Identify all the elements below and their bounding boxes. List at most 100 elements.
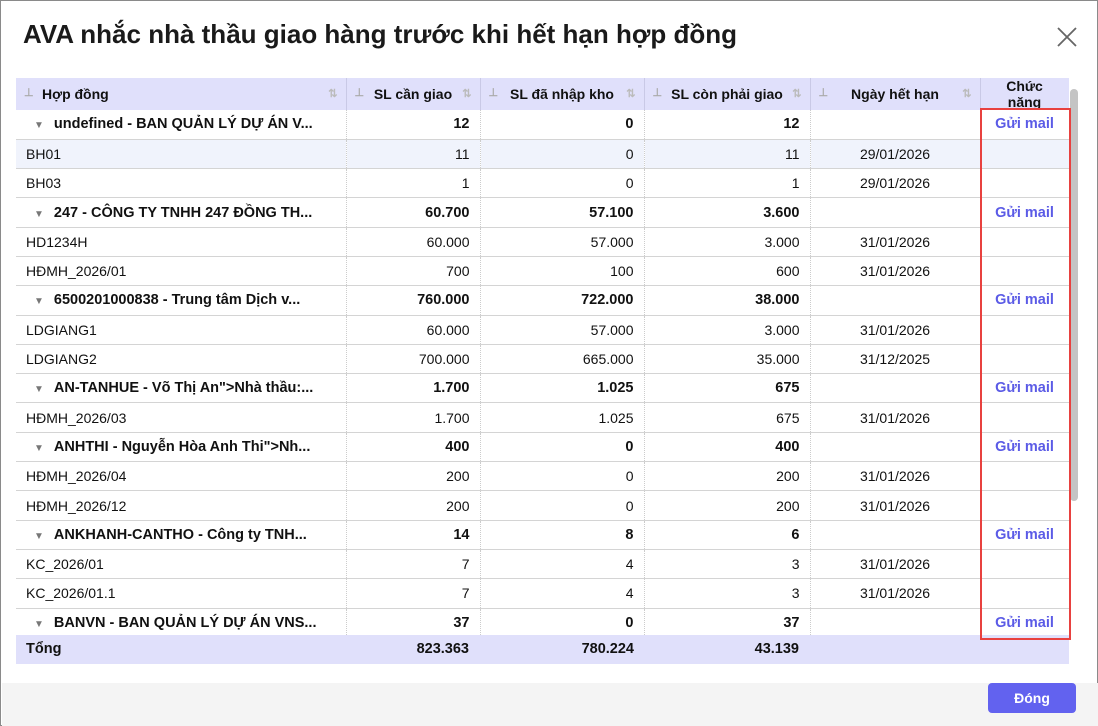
need-cell: 14 [346,520,481,550]
actions-cell [980,461,1069,492]
received-cell: 0 [480,608,645,638]
contract-cell[interactable]: ▼ ANKHANH-CANTHO - Công ty TNH... [16,520,347,550]
column-header-received[interactable]: ⊥ SL đã nhập kho ⇅ [480,78,645,110]
remaining-cell: 35.000 [644,344,811,375]
received-cell: 0 [480,110,645,140]
close-button[interactable]: Đóng [988,683,1076,713]
send-mail-link[interactable]: Gửi mail [995,116,1054,132]
actions-cell [980,549,1069,580]
table-row[interactable]: HĐMH_2026/04 200 0 200 31/01/2026 [16,461,1069,492]
vertical-scrollbar[interactable] [1070,89,1078,501]
table-row[interactable]: KC_2026/01 7 4 3 31/01/2026 [16,549,1069,580]
table-row[interactable]: HĐMH_2026/03 1.700 1.025 675 31/01/2026 [16,402,1069,433]
column-header-contract[interactable]: ⊥ Hợp đồng ⇅ [16,78,347,110]
expiry-cell [810,110,981,140]
group-row[interactable]: ▼ 6500201000838 - Trung tâm Dịch v... 760.… [16,285,1069,316]
pin-icon[interactable]: ⊥ [24,86,34,99]
group-row[interactable]: ▼ 247 - CÔNG TY TNHH 247 ĐỒNG TH... 60.700… [16,197,1069,228]
expiry-cell [810,197,981,228]
table-row[interactable]: BH03 1 0 1 29/01/2026 [16,168,1069,199]
remaining-cell: 6 [644,520,811,550]
expiry-cell: 31/01/2026 [810,578,981,609]
column-label: Hợp đồng [42,86,109,102]
group-row[interactable]: ▼ ANKHANH-CANTHO - Công ty TNH... 14 8 6 Gửi … [16,520,1069,550]
table-row[interactable]: HĐMH_2026/01 700 100 600 31/01/2026 [16,256,1069,287]
total-received: 780.224 [581,641,634,657]
received-cell: 0 [480,432,645,463]
sort-icon[interactable]: ⇅ [792,87,801,100]
column-header-remaining[interactable]: ⊥ SL còn phải giao ⇅ [644,78,811,110]
contract-cell: HĐMH_2026/01 [16,256,347,287]
expiry-cell: 31/01/2026 [810,490,981,521]
collapse-caret-icon[interactable]: ▼ [34,443,44,454]
table-row[interactable]: KC_2026/01.1 7 4 3 31/01/2026 [16,578,1069,609]
pin-icon[interactable]: ⊥ [355,86,365,99]
received-cell: 8 [480,520,645,550]
table-row[interactable]: LDGIANG1 60.000 57.000 3.000 31/01/2026 [16,315,1069,345]
actions-cell: Gửi mail [980,608,1069,638]
actions-cell: Gửi mail [980,197,1069,228]
contract-cell[interactable]: ▼ 6500201000838 - Trung tâm Dịch v... [16,285,347,316]
received-cell: 665.000 [480,344,645,375]
actions-cell [980,256,1069,287]
collapse-caret-icon[interactable]: ▼ [34,619,44,630]
contract-cell[interactable]: ▼ BANVN - BAN QUẢN LÝ DỰ ÁN VNS... [16,608,347,638]
group-row[interactable]: ▼ BANVN - BAN QUẢN LÝ DỰ ÁN VNS... 37 0 37 Gử… [16,608,1069,638]
column-header-expiry[interactable]: ⊥ Ngày hết hạn ⇅ [810,78,981,110]
expiry-cell: 31/01/2026 [810,549,981,580]
collapse-caret-icon[interactable]: ▼ [34,209,44,220]
column-header-need[interactable]: ⊥ SL cần giao ⇅ [346,78,481,110]
send-mail-link[interactable]: Gửi mail [995,205,1054,221]
group-name: 247 - CÔNG TY TNHH 247 ĐỒNG TH... [53,204,313,221]
remaining-cell: 675 [644,373,811,404]
actions-cell: Gửi mail [980,373,1069,404]
received-cell: 4 [480,549,645,580]
need-cell: 1.700 [346,402,481,433]
group-row[interactable]: ▼ ANHTHI - Nguyễn Hòa Anh Thi">Nh... 400 0 4… [16,432,1069,463]
sort-icon[interactable]: ⇅ [328,87,337,100]
contract-cell[interactable]: ▼ undefined - BAN QUẢN LÝ DỰ ÁN V... [16,110,347,140]
pin-icon[interactable]: ⊥ [653,86,663,99]
close-icon[interactable] [1055,25,1079,49]
group-row[interactable]: ▼ AN-TANHUE - Võ Thị An">Nhà thầu:... 1.70… [16,373,1069,404]
total-row: Tổng 823.363 780.224 43.139 [16,635,1069,664]
collapse-caret-icon[interactable]: ▼ [34,296,44,307]
column-label: SL đã nhập kho [510,86,614,102]
contract-cell[interactable]: ▼ ANHTHI - Nguyễn Hòa Anh Thi">Nh... [16,432,347,463]
group-name: ANKHANH-CANTHO - Công ty TNH... [53,526,307,543]
actions-cell [980,315,1069,345]
table-row[interactable]: LDGIANG2 700.000 665.000 35.000 31/12/2025 [16,344,1069,375]
need-cell: 400 [346,432,481,463]
actions-cell [980,139,1069,170]
expiry-cell: 29/01/2026 [810,139,981,170]
send-mail-link[interactable]: Gửi mail [995,615,1054,631]
table-row[interactable]: HD1234H 60.000 57.000 3.000 31/01/2026 [16,227,1069,257]
sort-icon[interactable]: ⇅ [626,87,635,100]
contract-cell[interactable]: ▼ 247 - CÔNG TY TNHH 247 ĐỒNG TH... [16,197,347,228]
contract-cell[interactable]: ▼ AN-TANHUE - Võ Thị An">Nhà thầu:... [16,373,347,404]
send-mail-link[interactable]: Gửi mail [995,439,1054,455]
send-mail-link[interactable]: Gửi mail [995,292,1054,308]
remaining-cell: 37 [644,608,811,638]
contract-cell: HĐMH_2026/04 [16,461,347,492]
pin-icon[interactable]: ⊥ [489,86,499,99]
group-row[interactable]: ▼ undefined - BAN QUẢN LÝ DỰ ÁN V... 12 0 12… [16,110,1069,140]
collapse-caret-icon[interactable]: ▼ [34,531,44,542]
table-row[interactable]: HĐMH_2026/12 200 0 200 31/01/2026 [16,490,1069,521]
send-mail-link[interactable]: Gửi mail [995,527,1054,543]
received-cell: 0 [480,139,645,170]
sort-icon[interactable]: ⇅ [462,87,471,100]
pin-icon[interactable]: ⊥ [819,86,829,99]
received-cell: 100 [480,256,645,287]
dialog-title: AVA nhắc nhà thầu giao hàng trước khi hế… [23,19,737,49]
need-cell: 60.000 [346,227,481,257]
collapse-caret-icon[interactable]: ▼ [34,384,44,395]
table-row[interactable]: BH01 11 0 11 29/01/2026 [16,139,1069,170]
actions-cell: Gửi mail [980,285,1069,316]
contract-cell: KC_2026/01 [16,549,347,580]
sort-icon[interactable]: ⇅ [962,87,971,100]
remaining-cell: 3.000 [644,315,811,345]
collapse-caret-icon[interactable]: ▼ [34,120,44,131]
send-mail-link[interactable]: Gửi mail [995,380,1054,396]
column-label: Ngày hết hạn [851,86,939,102]
